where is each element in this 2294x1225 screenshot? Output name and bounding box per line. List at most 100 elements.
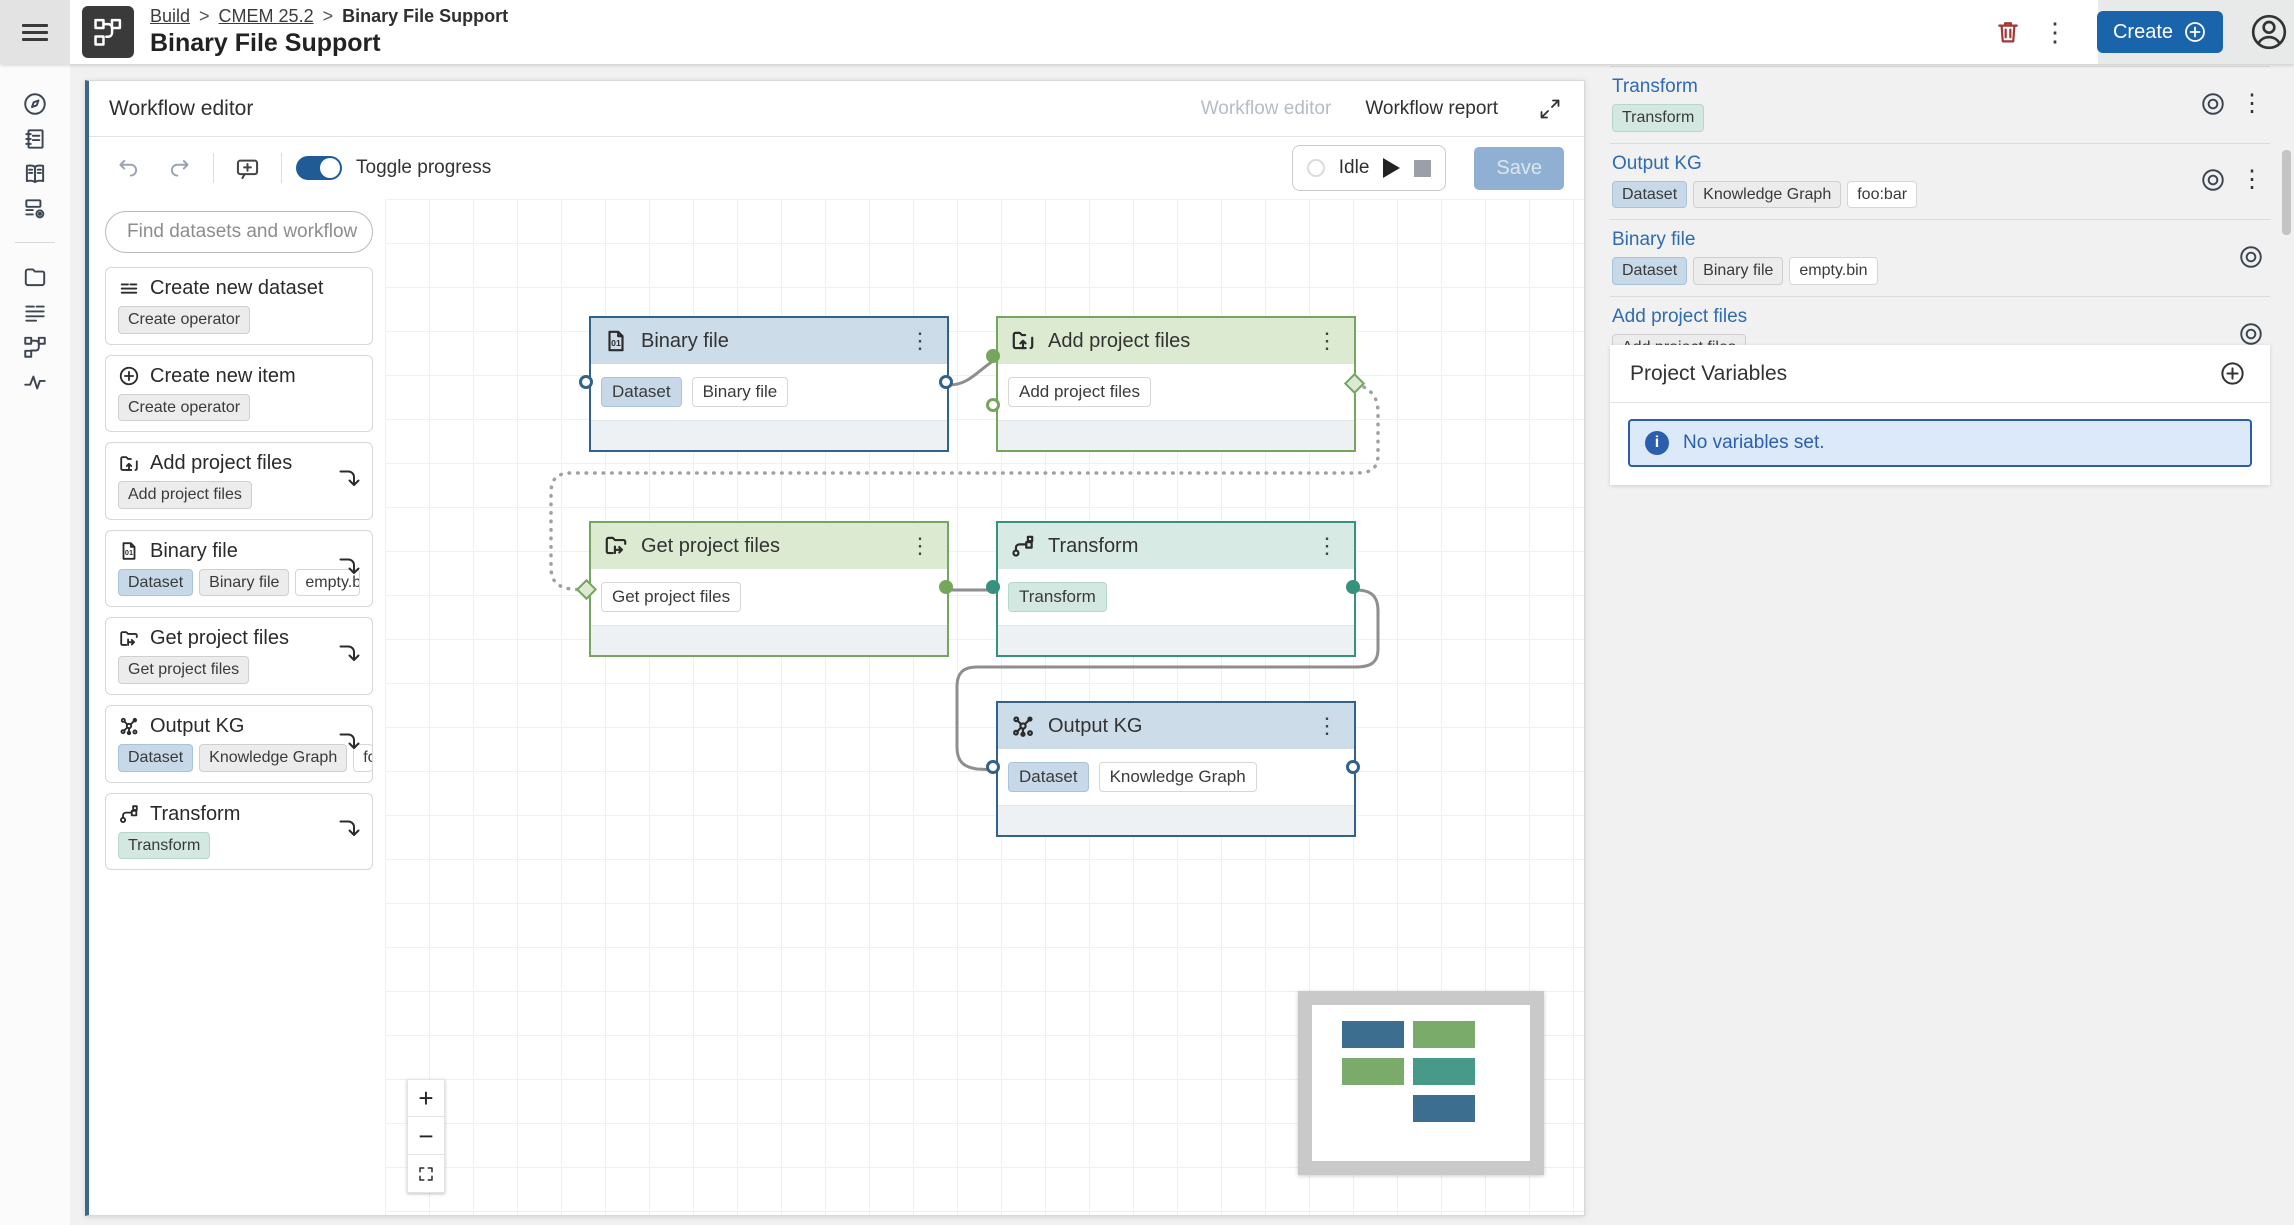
item-link[interactable]: Transform: [1612, 76, 2200, 98]
toggle-progress-label: Toggle progress: [356, 157, 491, 179]
port-output-connected[interactable]: [1346, 580, 1360, 594]
create-button[interactable]: Create: [2097, 11, 2223, 53]
port-input[interactable]: [986, 398, 1000, 412]
port-input-connected[interactable]: [986, 349, 1000, 363]
tag-chip: empty.bin: [1789, 257, 1877, 285]
eye-icon[interactable]: [2200, 91, 2226, 117]
panel-item-transform[interactable]: Transform Transform ⋮: [1610, 67, 2270, 144]
port-output-connected[interactable]: [939, 580, 953, 594]
rail-item-vocabularies[interactable]: [13, 121, 57, 156]
project-variables-card: Project Variables i No variables set.: [1610, 345, 2270, 485]
rail-item-activities[interactable]: [13, 364, 57, 399]
palette-item-get-project-files[interactable]: Get project files Get project files: [105, 617, 373, 695]
tag-chip: Add project files: [1008, 377, 1151, 408]
palette-item-create-new-item[interactable]: Create new item Create operator: [105, 355, 373, 433]
rail-item-explore[interactable]: [13, 86, 57, 121]
rail-item-ontologies[interactable]: [13, 156, 57, 191]
node-transform[interactable]: Transform ⋮ Transform: [996, 521, 1356, 657]
palette-item-label: Output KG: [150, 715, 245, 738]
app-logo[interactable]: [82, 6, 134, 58]
add-variable-button[interactable]: [2213, 354, 2252, 393]
palette-item-binary-file[interactable]: 01 Binary file Dataset Binary file empty…: [105, 530, 373, 608]
palette-item-label: Get project files: [150, 627, 289, 650]
palette-search-input[interactable]: [127, 221, 372, 243]
insert-into-canvas-icon[interactable]: [336, 642, 360, 671]
port-input[interactable]: [579, 375, 593, 389]
fit-view-button[interactable]: [407, 1155, 445, 1193]
item-menu-icon[interactable]: ⋮: [2240, 168, 2264, 192]
node-output-kg[interactable]: Output KG ⋮ Dataset Knowledge Graph: [996, 701, 1356, 837]
palette-item-transform[interactable]: Transform Transform: [105, 793, 373, 871]
rail-item-datasets[interactable]: [13, 294, 57, 329]
breadcrumb-link-build[interactable]: Build: [150, 6, 190, 27]
node-menu-icon[interactable]: ⋮: [1312, 713, 1342, 739]
port-input-connected[interactable]: [986, 580, 1000, 594]
folder-export-icon: [118, 628, 140, 650]
run-status-group: Idle: [1292, 145, 1447, 191]
palette-item-label: Transform: [150, 803, 240, 826]
workflow-editor-title: Workflow editor: [109, 97, 253, 121]
item-menu-icon[interactable]: ⋮: [2240, 92, 2264, 116]
port-output[interactable]: [939, 375, 953, 389]
eye-icon[interactable]: [2238, 321, 2264, 347]
node-menu-icon[interactable]: ⋮: [1312, 328, 1342, 354]
workflow-editor-card: Workflow editor Workflow editor Workflow…: [85, 80, 1585, 1216]
node-menu-icon[interactable]: ⋮: [905, 533, 935, 559]
workflow-canvas[interactable]: 01 Binary file ⋮ Dataset Binary file Add…: [385, 199, 1584, 1215]
insert-into-canvas-icon[interactable]: [336, 729, 360, 758]
minimap-node-get-project-files: [1342, 1058, 1404, 1085]
delete-workflow-button[interactable]: [1988, 12, 2028, 52]
rail-item-queries[interactable]: [13, 191, 57, 226]
folder-icon: [22, 264, 48, 290]
tag-chip: Create operator: [118, 394, 250, 422]
redo-button[interactable]: [161, 149, 199, 187]
palette-item-add-project-files[interactable]: Add project files Add project files: [105, 442, 373, 520]
zoom-in-button[interactable]: +: [407, 1079, 445, 1117]
expand-panel-button[interactable]: [1532, 91, 1568, 127]
tab-workflow-report[interactable]: Workflow report: [1365, 98, 1498, 120]
palette-item-create-new-dataset[interactable]: Create new dataset Create operator: [105, 267, 373, 345]
insert-into-canvas-icon[interactable]: [336, 466, 360, 495]
trash-icon: [1994, 18, 2022, 46]
node-menu-icon[interactable]: ⋮: [905, 328, 935, 354]
eye-icon[interactable]: [2238, 244, 2264, 270]
palette-search[interactable]: [105, 211, 373, 253]
eye-icon[interactable]: [2200, 167, 2226, 193]
tag-chip: Get project files: [601, 582, 741, 613]
port-output[interactable]: [1346, 760, 1360, 774]
run-workflow-button[interactable]: [1383, 158, 1400, 178]
add-note-button[interactable]: [228, 149, 267, 188]
main-menu-button[interactable]: [0, 0, 70, 64]
tag-chip: Dataset: [1612, 181, 1687, 209]
rail-item-workflows[interactable]: [13, 329, 57, 364]
node-get-project-files[interactable]: Get project files ⋮ Get project files: [589, 521, 949, 657]
undo-button[interactable]: [109, 149, 147, 187]
tab-workflow-editor[interactable]: Workflow editor: [1201, 98, 1332, 120]
rail-item-projects[interactable]: [13, 259, 57, 294]
node-binary-file[interactable]: 01 Binary file ⋮ Dataset Binary file: [589, 316, 949, 452]
redo-icon: [167, 155, 193, 181]
port-input[interactable]: [986, 760, 1000, 774]
workflow-icon: [22, 334, 48, 360]
insert-into-canvas-icon[interactable]: [336, 817, 360, 846]
stop-workflow-button[interactable]: [1414, 160, 1431, 177]
header-more-menu[interactable]: ⋮: [2036, 13, 2074, 51]
save-button[interactable]: Save: [1474, 147, 1564, 190]
panel-item-binary-file[interactable]: Binary file Dataset Binary file empty.bi…: [1610, 220, 2270, 297]
toggle-progress-switch[interactable]: [296, 156, 342, 180]
item-link[interactable]: Binary file: [1612, 229, 2238, 251]
breadcrumb-link-cmem[interactable]: CMEM 25.2: [219, 6, 314, 27]
palette-item-output-kg[interactable]: Output KG Dataset Knowledge Graph foo:ba…: [105, 705, 373, 783]
panel-scrollbar[interactable]: [2282, 150, 2291, 235]
zoom-out-button[interactable]: −: [407, 1117, 445, 1155]
item-link[interactable]: Add project files: [1612, 306, 2238, 328]
tag-chip: Knowledge Graph: [1693, 181, 1841, 209]
node-menu-icon[interactable]: ⋮: [1312, 533, 1342, 559]
page-title: Binary File Support: [150, 29, 508, 58]
user-account-button[interactable]: [2243, 6, 2294, 58]
item-link[interactable]: Output KG: [1612, 153, 2200, 175]
canvas-minimap[interactable]: [1298, 991, 1544, 1175]
panel-item-output-kg[interactable]: Output KG Dataset Knowledge Graph foo:ba…: [1610, 144, 2270, 221]
insert-into-canvas-icon[interactable]: [336, 554, 360, 583]
node-add-project-files[interactable]: Add project files ⋮ Add project files: [996, 316, 1356, 452]
